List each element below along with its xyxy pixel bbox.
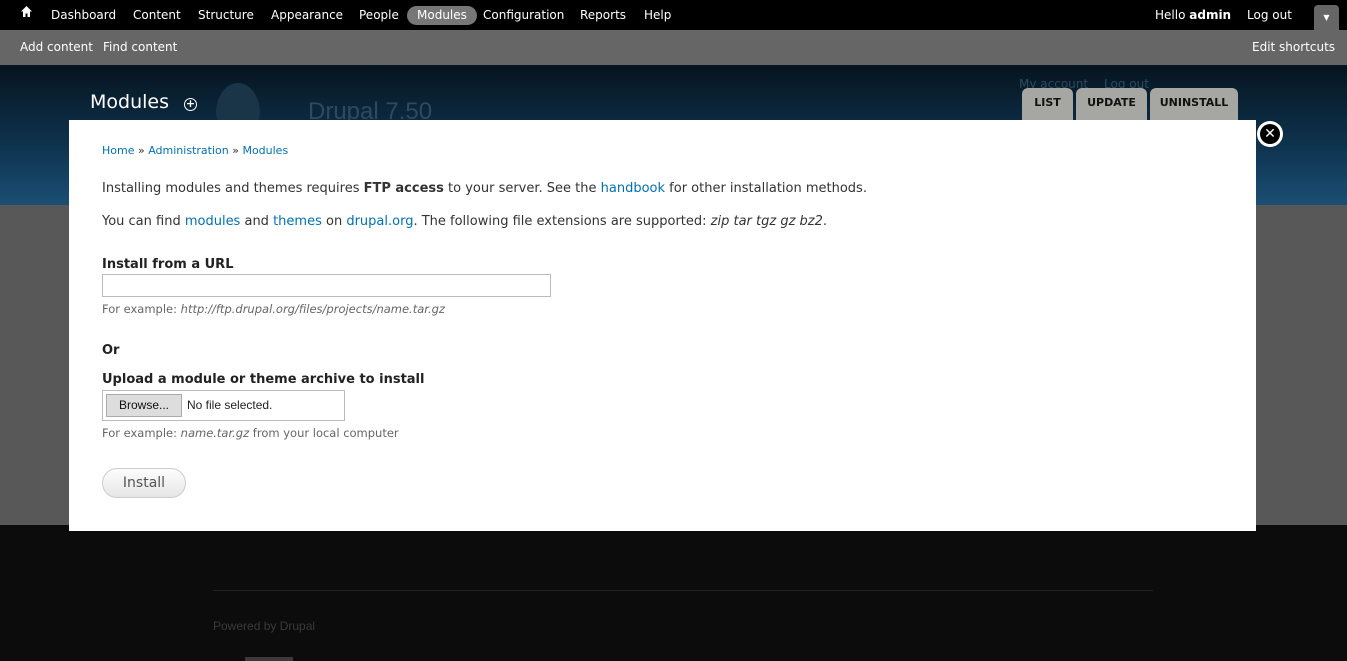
handbook-link[interactable]: handbook — [601, 181, 665, 196]
home-icon[interactable] — [10, 5, 43, 24]
intro-extensions: You can find modules and themes on drupa… — [102, 214, 828, 229]
toolbar-content[interactable]: Content — [123, 6, 191, 25]
shortcut-add-content[interactable]: Add content — [20, 40, 93, 54]
install-button[interactable]: Install — [102, 468, 186, 498]
file-upload-field[interactable]: Browse... No file selected. — [102, 390, 345, 421]
drupal-org-link[interactable]: drupal.org — [346, 214, 413, 229]
edit-shortcuts-link[interactable]: Edit shortcuts — [1252, 40, 1335, 54]
breadcrumb-home[interactable]: Home — [102, 144, 134, 157]
file-status: No file selected. — [187, 398, 273, 412]
url-label: Install from a URL — [102, 257, 234, 272]
toolbar-structure[interactable]: Structure — [188, 6, 264, 25]
user-link[interactable]: admin — [1189, 8, 1231, 22]
upload-label: Upload a module or theme archive to inst… — [102, 372, 425, 387]
shortcut-find-content[interactable]: Find content — [103, 40, 177, 54]
url-input[interactable] — [102, 274, 551, 297]
tab-uninstall[interactable]: UNINSTALL — [1150, 88, 1238, 120]
drupal-link[interactable]: Drupal — [280, 619, 315, 633]
footer-tab — [245, 657, 293, 661]
toolbar-help[interactable]: Help — [634, 6, 681, 25]
admin-toolbar: Dashboard Content Structure Appearance P… — [0, 0, 1347, 30]
shortcut-bar: Add content Find content Edit shortcuts — [0, 30, 1347, 65]
tab-list[interactable]: LIST — [1022, 88, 1073, 120]
toolbar-configuration[interactable]: Configuration — [473, 6, 574, 25]
close-icon: ✕ — [1260, 124, 1280, 144]
powered-by: Powered by Drupal — [213, 619, 316, 633]
add-shortcut-icon[interactable]: + — [184, 98, 197, 111]
install-modal: Home » Administration » Modules Installi… — [69, 120, 1256, 531]
themes-link[interactable]: themes — [273, 214, 322, 229]
greeting: Hello admin — [1155, 8, 1232, 22]
toolbar-dashboard[interactable]: Dashboard — [41, 6, 126, 25]
tab-update[interactable]: UPDATE — [1076, 88, 1147, 120]
logout-link[interactable]: Log out — [1237, 6, 1302, 25]
breadcrumb-modules[interactable]: Modules — [242, 144, 288, 157]
browse-button[interactable]: Browse... — [106, 394, 182, 417]
toolbar-appearance[interactable]: Appearance — [261, 6, 353, 25]
breadcrumb: Home » Administration » Modules — [102, 144, 289, 157]
shortcuts-toggle-icon[interactable]: ▼ — [1314, 5, 1339, 30]
toolbar-modules[interactable]: Modules — [407, 6, 477, 25]
modules-link[interactable]: modules — [185, 214, 241, 229]
breadcrumb-administration[interactable]: Administration — [148, 144, 229, 157]
intro-ftp: Installing modules and themes requires F… — [102, 181, 867, 196]
or-label: Or — [102, 343, 120, 358]
url-description: For example: http://ftp.drupal.org/files… — [102, 302, 445, 316]
close-modal-button[interactable]: ✕ — [1257, 121, 1283, 147]
footer-divider — [213, 590, 1153, 591]
footer: Powered by Drupal — [0, 525, 1347, 661]
page-title: Modules — [90, 91, 169, 113]
upload-description: For example: name.tar.gz from your local… — [102, 426, 399, 440]
toolbar-reports[interactable]: Reports — [570, 6, 636, 25]
toolbar-people[interactable]: People — [349, 6, 409, 25]
